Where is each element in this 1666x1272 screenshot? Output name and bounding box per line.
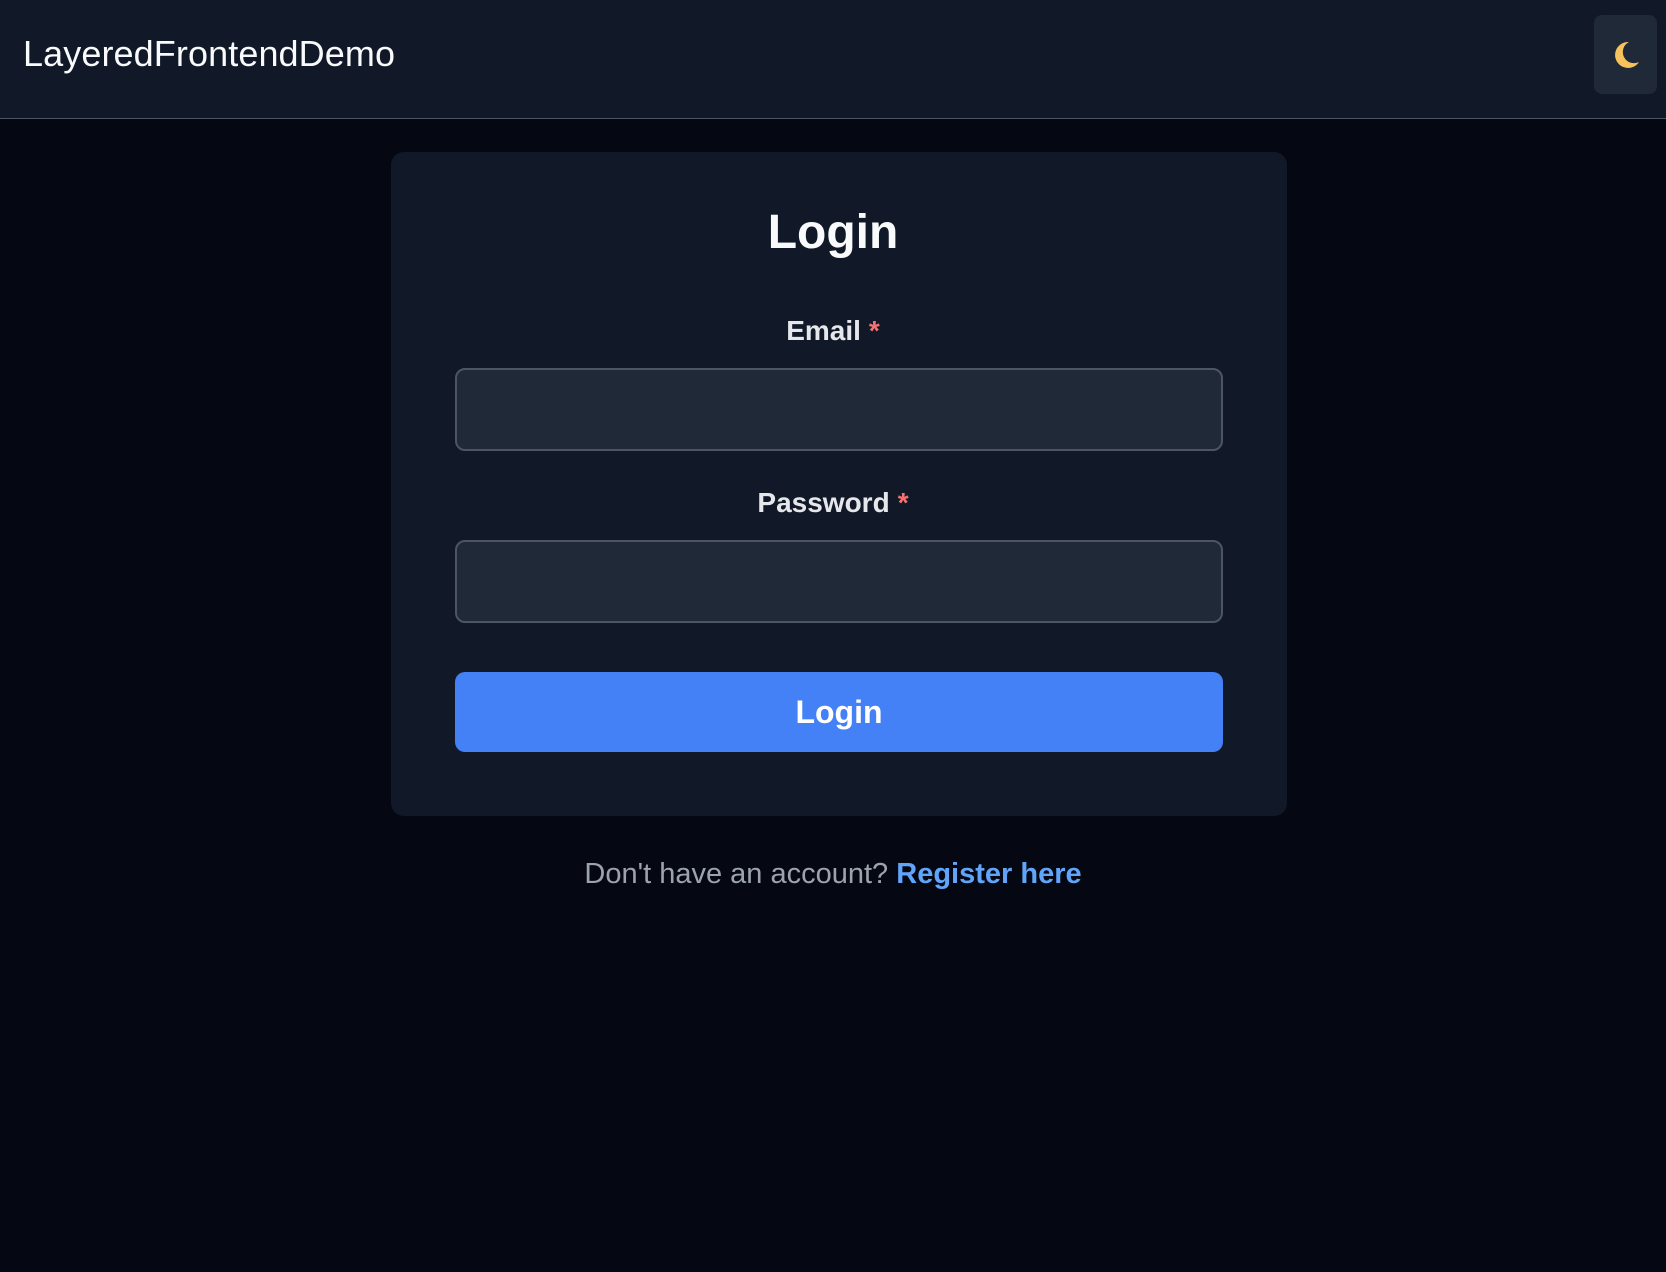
login-title: Login (767, 206, 899, 259)
app-brand[interactable]: LayeredFrontendDemo (23, 32, 395, 76)
email-label: Email * (0, 314, 1666, 348)
password-label: Password * (0, 486, 1666, 520)
email-input[interactable] (455, 368, 1223, 451)
required-marker: * (868, 315, 880, 346)
moon-icon (1614, 41, 1639, 68)
register-link[interactable]: Register here (896, 858, 1081, 890)
email-label-text: Email (786, 315, 861, 346)
password-input[interactable] (455, 540, 1223, 623)
password-label-text: Password (757, 487, 890, 518)
register-prompt: Don't have an account? Register here (0, 856, 1666, 892)
top-navbar: LayeredFrontendDemo (0, 0, 1666, 119)
register-prompt-text: Don't have an account? (584, 858, 889, 890)
login-button[interactable]: Login (455, 672, 1223, 752)
required-marker: * (897, 487, 909, 518)
theme-toggle-button[interactable] (1594, 15, 1657, 94)
